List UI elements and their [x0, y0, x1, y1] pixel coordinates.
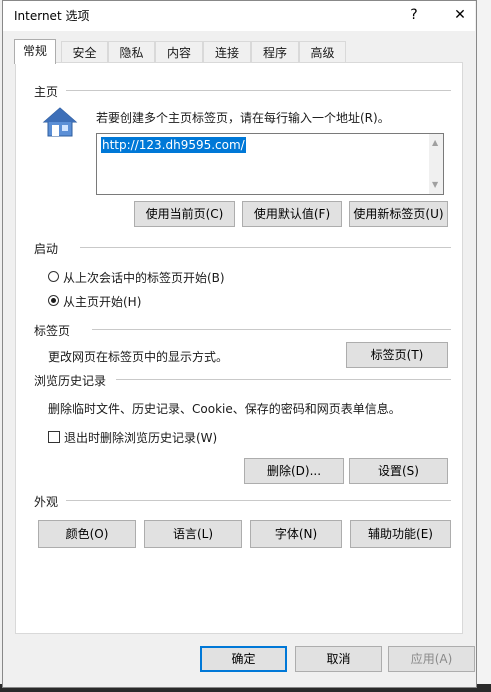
house-icon: [42, 107, 78, 137]
tabs-divider: [92, 329, 451, 330]
startup-divider: [80, 247, 451, 248]
background-app-right-edge: [476, 0, 491, 692]
tabs-description: 更改网页在标签页中的显示方式。: [48, 350, 229, 364]
close-button[interactable]: ✕: [448, 5, 472, 25]
window-title: Internet 选项: [14, 9, 90, 23]
tab-content[interactable]: 内容: [155, 41, 203, 63]
languages-button[interactable]: 语言(L): [144, 520, 242, 548]
delete-on-exit-checkbox[interactable]: [48, 431, 60, 443]
appearance-section-title: 外观: [34, 495, 59, 509]
scroll-down-icon: ▼: [432, 180, 439, 189]
history-divider: [116, 379, 451, 380]
accessibility-button[interactable]: 辅助功能(E): [350, 520, 451, 548]
help-button[interactable]: ?: [402, 5, 426, 25]
homepage-description: 若要创建多个主页标签页，请在每行输入一个地址(R)。: [96, 111, 390, 125]
history-section-title: 浏览历史记录: [34, 374, 107, 388]
tab-general[interactable]: 常规: [14, 39, 56, 64]
scroll-up-icon: ▲: [432, 138, 439, 147]
radio-homepage[interactable]: [48, 295, 59, 306]
homepage-section-title: 主页: [34, 85, 59, 99]
apply-button[interactable]: 应用(A): [388, 646, 475, 672]
ok-button[interactable]: 确定: [200, 646, 287, 672]
tabs-section-title: 标签页: [34, 324, 71, 338]
use-new-tab-button[interactable]: 使用新标签页(U): [349, 201, 448, 227]
use-default-button[interactable]: 使用默认值(F): [242, 201, 342, 227]
tab-programs[interactable]: 程序: [251, 41, 299, 63]
cancel-button[interactable]: 取消: [295, 646, 382, 672]
startup-section-title: 启动: [34, 242, 59, 256]
homepage-divider: [66, 90, 451, 91]
appearance-divider: [66, 500, 451, 501]
tabs-settings-button[interactable]: 标签页(T): [346, 342, 448, 368]
use-current-page-button[interactable]: 使用当前页(C): [134, 201, 235, 227]
radio-last-session[interactable]: [48, 271, 59, 282]
radio-homepage-label: 从主页开始(H): [63, 295, 142, 309]
history-settings-button[interactable]: 设置(S): [349, 458, 448, 484]
textarea-scrollbar[interactable]: ▲ ▼: [429, 134, 443, 194]
delete-history-button[interactable]: 删除(D)...: [244, 458, 344, 484]
fonts-button[interactable]: 字体(N): [250, 520, 342, 548]
tab-advanced[interactable]: 高级: [299, 41, 346, 63]
homepage-url-value: http://123.dh9595.com/: [101, 137, 246, 153]
radio-last-session-label: 从上次会话中的标签页开始(B): [63, 271, 225, 285]
tab-security[interactable]: 安全: [61, 41, 108, 63]
colors-button[interactable]: 颜色(O): [38, 520, 136, 548]
tab-privacy[interactable]: 隐私: [108, 41, 155, 63]
homepage-url-textarea[interactable]: http://123.dh9595.com/ ▲ ▼: [96, 133, 444, 195]
tab-connections[interactable]: 连接: [203, 41, 251, 63]
delete-on-exit-label: 退出时删除浏览历史记录(W): [64, 431, 218, 445]
history-description: 删除临时文件、历史记录、Cookie、保存的密码和网页表单信息。: [48, 402, 401, 416]
